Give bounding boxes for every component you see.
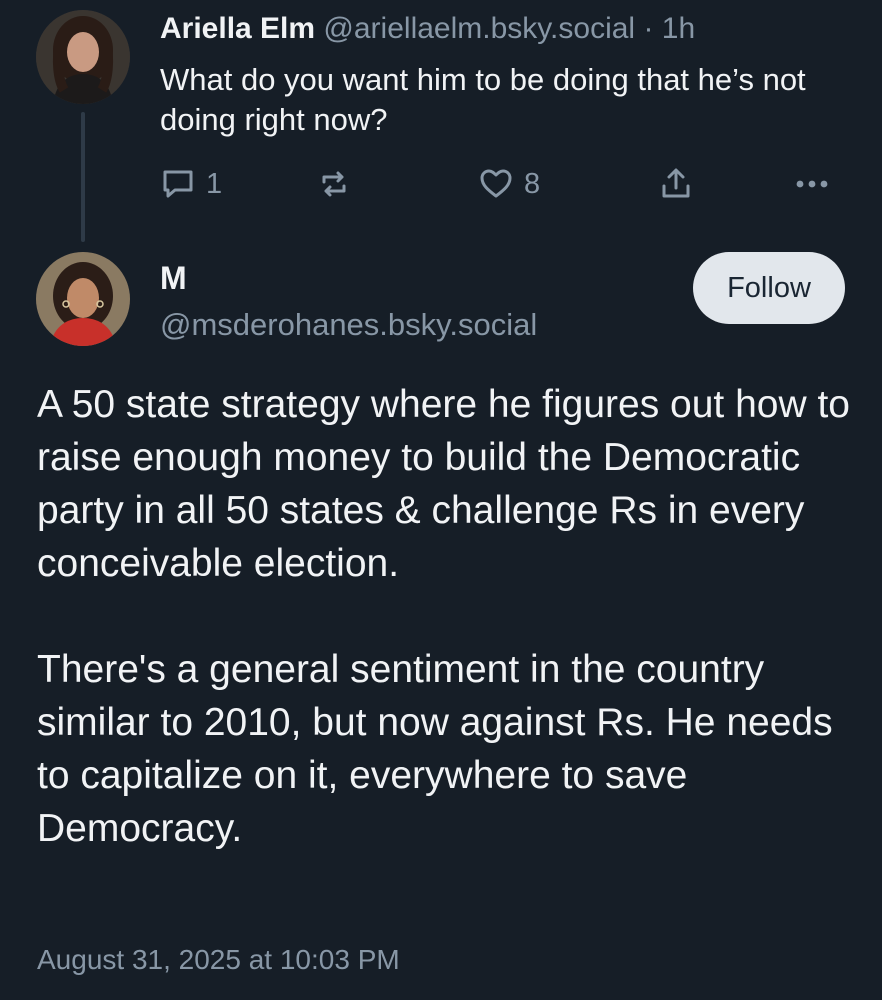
repost-arrows-icon <box>316 166 352 202</box>
like-count: 8 <box>524 167 541 200</box>
post-paragraph: There's a general sentiment in the count… <box>37 648 833 850</box>
avatar[interactable] <box>36 252 130 346</box>
post-paragraph: A 50 state strategy where he figures out… <box>37 383 850 585</box>
reply-button[interactable]: 1 <box>160 162 222 206</box>
post-timestamp: August 31, 2025 at 10:03 PM <box>37 944 400 975</box>
repost-button[interactable] <box>316 162 352 206</box>
reply-count: 1 <box>206 167 223 200</box>
author-name[interactable]: M <box>160 258 187 298</box>
author-name[interactable]: Ariella Elm <box>160 12 315 45</box>
ellipsis-icon <box>792 166 832 202</box>
more-options-button[interactable] <box>792 162 832 206</box>
parent-post-text: What do you want him to be doing that he… <box>160 62 806 137</box>
author-handle[interactable]: @ariellaelm.bsky.social <box>323 12 635 45</box>
thread-connector-line <box>81 112 85 242</box>
post-action-bar: 1 8 <box>160 162 840 206</box>
parent-post-header: Ariella Elm @ariellaelm.bsky.social · 1h <box>160 10 695 48</box>
post-text: A 50 state strategy where he figures out… <box>37 378 857 855</box>
like-button[interactable]: 8 <box>478 162 540 206</box>
author-handle[interactable]: @msderohanes.bsky.social <box>160 305 537 345</box>
share-button[interactable] <box>658 162 694 206</box>
separator-dot: · <box>643 12 654 45</box>
speech-bubble-icon <box>160 166 196 202</box>
share-upload-icon <box>658 166 694 202</box>
heart-outline-icon <box>478 166 514 202</box>
avatar[interactable] <box>36 10 130 104</box>
post-thread-view: Ariella Elm @ariellaelm.bsky.social · 1h… <box>0 0 882 1000</box>
follow-button[interactable]: Follow <box>693 252 845 324</box>
post-time[interactable]: 1h <box>662 12 695 45</box>
